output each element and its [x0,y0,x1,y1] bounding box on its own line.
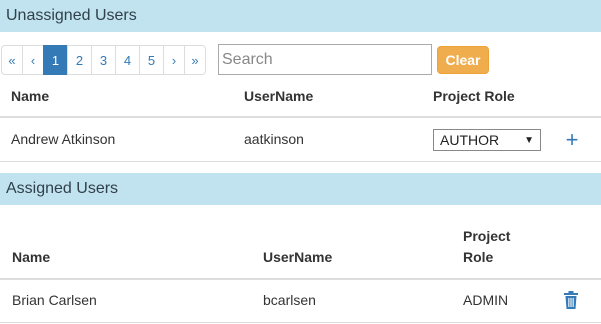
project-role-select[interactable]: AUTHOR ▼ [433,129,541,151]
page-3-button[interactable]: 3 [91,45,116,75]
assigned-header-divider [0,278,601,280]
user-role: ADMIN [463,292,509,308]
first-page-button[interactable]: « [1,45,23,75]
page-2-button[interactable]: 2 [67,45,92,75]
unassigned-username-column-header: UserName [244,88,314,104]
user-username: aatkinson [244,131,304,147]
unassigned-header-divider [0,116,601,118]
page-4-button[interactable]: 4 [115,45,140,75]
unassigned-name-column-header: Name [11,88,50,104]
page-1-button[interactable]: 1 [43,45,68,75]
assigned-role-column-header-line1: Project [463,228,511,244]
page-5-button[interactable]: 5 [139,45,164,75]
unassigned-role-column-header: Project Role [433,88,515,104]
prev-page-button[interactable]: ‹ [22,45,44,75]
unassigned-row-divider [0,161,601,162]
assigned-name-column-header: Name [12,249,51,265]
assigned-role-column-header-line2: Role [463,249,494,265]
unassigned-users-header: Unassigned Users [0,0,601,32]
assigned-username-column-header: UserName [263,249,333,265]
user-name: Andrew Atkinson [11,131,116,147]
project-role-selected-value: AUTHOR [440,132,500,148]
assigned-row-divider [0,322,601,323]
pagination: « ‹ 1 2 3 4 5 › » [1,45,206,75]
assigned-users-header: Assigned Users [0,173,601,205]
user-name: Brian Carlsen [12,292,97,308]
trash-icon[interactable] [564,291,578,309]
clear-button[interactable]: Clear [437,46,489,74]
next-page-button[interactable]: › [163,45,185,75]
search-input[interactable] [218,44,432,75]
plus-icon[interactable]: + [563,127,581,153]
user-username: bcarlsen [263,292,316,308]
chevron-down-icon: ▼ [524,134,534,146]
last-page-button[interactable]: » [184,45,206,75]
